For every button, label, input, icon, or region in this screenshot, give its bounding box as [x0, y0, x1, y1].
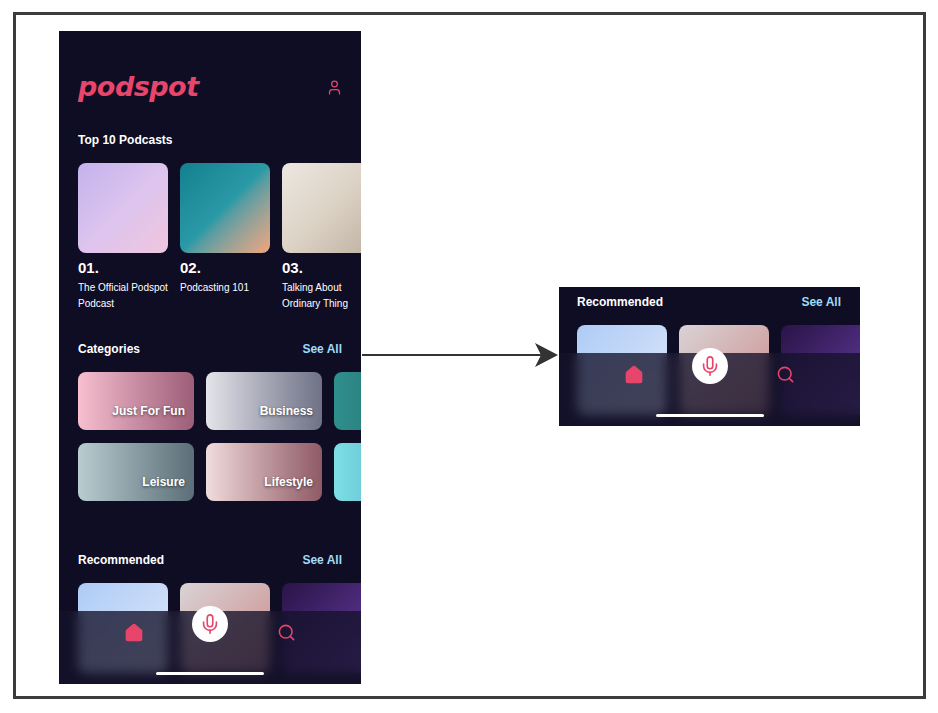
podcast-title: Talking About Ordinary Thing	[282, 280, 361, 312]
arrow-icon	[361, 340, 559, 370]
section-header: Categories See All	[78, 342, 342, 356]
podcast-title: The Official Podspot Podcast	[78, 280, 168, 312]
search-icon	[277, 623, 296, 642]
home-icon	[124, 623, 144, 643]
home-icon	[624, 365, 644, 385]
see-all-link[interactable]: See All	[302, 342, 342, 356]
category-label: Lifestyle	[264, 475, 313, 489]
section-title: Categories	[78, 342, 140, 356]
podcast-rank: 02.	[180, 259, 270, 277]
profile-icon[interactable]	[326, 79, 343, 96]
home-tab[interactable]	[116, 615, 152, 651]
microphone-icon	[699, 355, 721, 377]
podcast-card[interactable]: 02. Podcasting 101	[180, 163, 270, 296]
section-header: Top 10 Podcasts	[78, 133, 361, 147]
phone-screen: podspot Top 10 Podcasts 01. The Official Po…	[59, 31, 361, 684]
app-header: podspot	[59, 31, 361, 103]
top-podcasts-list: 01. The Official Podspot Podcast 02. Podcas…	[59, 163, 361, 312]
category-label: Leisure	[142, 475, 185, 489]
record-button[interactable]	[192, 606, 228, 642]
podcast-title: Podcasting 101	[180, 280, 270, 296]
podcast-cover	[180, 163, 270, 253]
section-header: Recommended See All	[577, 295, 841, 309]
see-all-link[interactable]: See All	[302, 553, 342, 567]
category-tile[interactable]: Leisure	[78, 443, 194, 501]
home-indicator	[656, 414, 764, 417]
search-icon	[776, 365, 795, 384]
section-title: Recommended	[577, 295, 663, 309]
bottom-nav	[59, 611, 361, 684]
app-logo: podspot	[78, 71, 199, 103]
home-indicator	[156, 672, 264, 675]
podcast-rank: 03.	[282, 259, 361, 277]
section-title: Recommended	[78, 553, 164, 567]
category-tile[interactable]	[334, 443, 361, 501]
podcast-cover	[78, 163, 168, 253]
categories-grid: Just For Fun Business Leisure Lifestyle	[59, 372, 361, 501]
podcast-cover	[282, 163, 361, 253]
podcast-rank: 01.	[78, 259, 168, 277]
category-tile[interactable]: Lifestyle	[206, 443, 322, 501]
record-button[interactable]	[692, 348, 728, 384]
microphone-icon	[199, 613, 221, 635]
presentation-frame: podspot Top 10 Podcasts 01. The Official Po…	[13, 12, 926, 699]
search-tab[interactable]	[768, 356, 804, 392]
category-label: Just For Fun	[112, 404, 185, 418]
search-tab[interactable]	[268, 614, 304, 650]
page: podspot Top 10 Podcasts 01. The Official Po…	[0, 0, 938, 713]
recommended-section: Recommended See All	[59, 545, 361, 684]
recommended-section: Recommended See All	[559, 287, 860, 426]
category-tile[interactable]	[334, 372, 361, 430]
zoom-panel: Recommended See All	[559, 287, 860, 426]
bottom-nav	[559, 353, 860, 426]
category-label: Business	[260, 404, 313, 418]
section-title: Top 10 Podcasts	[78, 133, 172, 147]
see-all-link[interactable]: See All	[801, 295, 841, 309]
category-tile[interactable]: Business	[206, 372, 322, 430]
podcast-card[interactable]: 01. The Official Podspot Podcast	[78, 163, 168, 312]
category-tile[interactable]: Just For Fun	[78, 372, 194, 430]
home-tab[interactable]	[616, 357, 652, 393]
section-header: Recommended See All	[78, 553, 342, 567]
podcast-card[interactable]: 03. Talking About Ordinary Thing	[282, 163, 361, 312]
